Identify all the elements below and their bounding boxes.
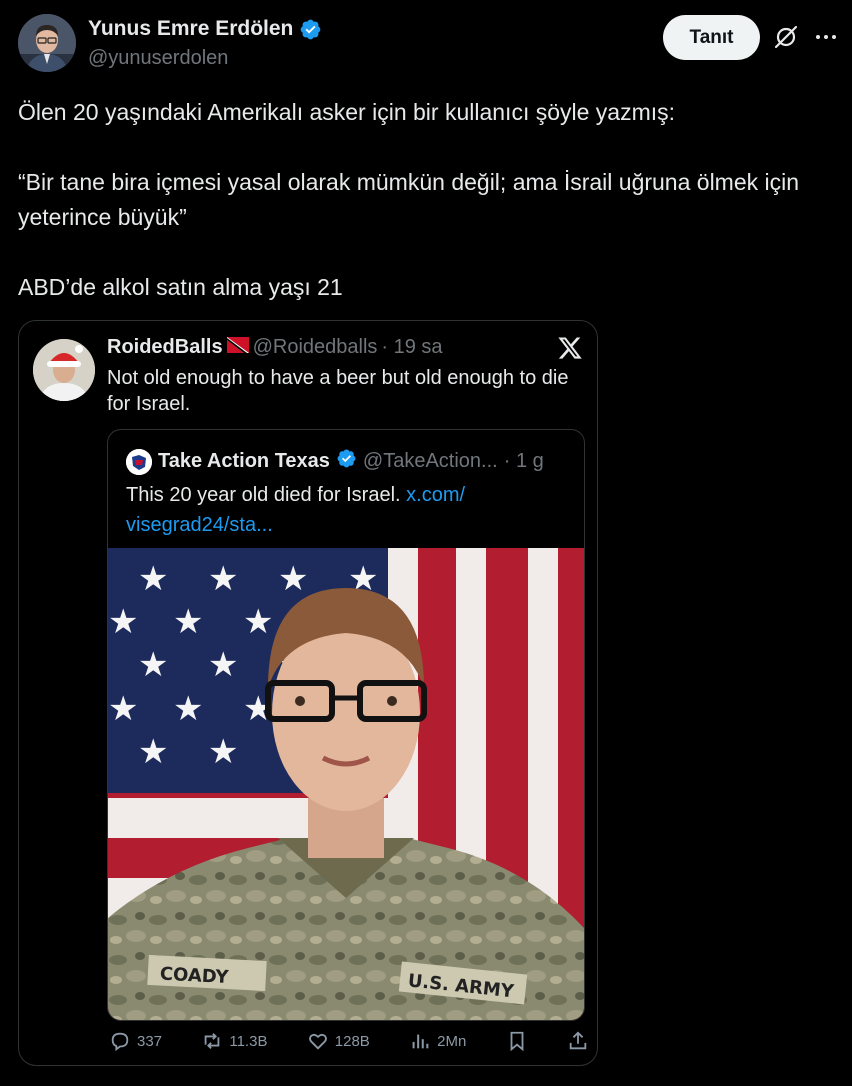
tweet-line-note: ABD’de alkol satın alma yaşı 21 [18, 274, 343, 300]
embedded-time: · 19 sa [381, 336, 443, 358]
quoted-tweet-card: Take Action Texas @TakeAction... · 1 g T… [107, 429, 585, 1021]
quoted-time: · 1 g [503, 450, 544, 472]
quoted-header: Take Action Texas @TakeAction... · 1 g [126, 448, 544, 475]
embedded-reply-stat: 337 [109, 1030, 162, 1052]
reply-icon [111, 1032, 129, 1052]
bookmark-icon [510, 1031, 524, 1052]
tweet-body: Ölen 20 yaşındaki Amerikalı asker için b… [18, 95, 838, 305]
quoted-author-handle: @TakeAction... [362, 450, 498, 472]
like-count: 128B [334, 1032, 370, 1050]
quoted-author-name: Take Action Texas [158, 450, 330, 472]
views-count: 2Mn [437, 1032, 467, 1050]
embedded-repost-stat: 11.3B [201, 1030, 267, 1052]
flag-emoji-icon [226, 336, 249, 359]
verified-badge-icon [299, 18, 322, 41]
author-name-row: Yunus Emre Erdölen [88, 17, 322, 41]
embedded-views-stat: 2Mn [409, 1030, 466, 1052]
svg-text:★: ★ [108, 689, 138, 729]
svg-text:★: ★ [173, 602, 203, 642]
quoted-tweet-text: This 20 year old died for Israel. x.com/… [126, 480, 566, 540]
svg-text:★: ★ [138, 559, 168, 599]
author-display-name[interactable]: Yunus Emre Erdölen [88, 17, 293, 41]
x-logo-icon [557, 335, 583, 361]
take-action-texas-logo-icon [126, 448, 152, 475]
svg-text:★: ★ [138, 645, 168, 685]
share-icon [569, 1031, 587, 1050]
reply-count: 337 [137, 1032, 163, 1050]
svg-text:★: ★ [138, 732, 168, 772]
embedded-author-name: RoidedBalls [107, 336, 223, 358]
repost-count: 11.3B [229, 1032, 268, 1050]
tweet-header: Yunus Emre Erdölen @yunuserdolen Tanıt [18, 14, 838, 74]
embedded-header: RoidedBalls @Roidedballs · 19 sa [107, 336, 443, 359]
quoted-verified-icon [336, 448, 357, 475]
tweet-line-quote: “Bir tane bira içmesi yasal olarak mümkü… [18, 169, 800, 230]
svg-text:★: ★ [208, 559, 238, 599]
embedded-like-stat: 128B [307, 1030, 370, 1052]
svg-text:★: ★ [108, 602, 138, 642]
svg-text:★: ★ [173, 689, 203, 729]
embedded-share [567, 1030, 589, 1052]
svg-text:★: ★ [243, 602, 273, 642]
embedded-action-bar: 337 11.3B 128B 2Mn [109, 1025, 589, 1057]
embedded-tweet-screenshot[interactable]: RoidedBalls @Roidedballs · 19 sa Not old… [18, 320, 598, 1066]
soldier-photo: ★★★★ ★★★★ ★★★ ★★★ ★★ COADY U.S. ARMY [108, 548, 584, 1020]
svg-text:★: ★ [208, 645, 238, 685]
more-dots-icon[interactable] [813, 24, 839, 50]
quoted-text-body: This 20 year old died for Israel. [126, 484, 401, 506]
heart-icon [308, 1033, 327, 1050]
svg-text:★: ★ [208, 732, 238, 772]
embedded-tweet-text: Not old enough to have a beer but old en… [107, 367, 569, 415]
svg-text:★: ★ [278, 559, 308, 599]
name-tape-text: COADY [159, 964, 230, 989]
follow-button[interactable]: Tanıt [663, 15, 760, 60]
views-chart-icon [412, 1034, 429, 1049]
embedded-bookmark [506, 1030, 528, 1052]
embedded-author-handle: @Roidedballs [252, 336, 378, 358]
author-handle[interactable]: @yunuserdolen [88, 47, 228, 70]
tweet-line-intro: Ölen 20 yaşındaki Amerikalı asker için b… [18, 99, 676, 125]
grok-slash-icon[interactable] [773, 24, 799, 50]
repost-icon [205, 1033, 220, 1049]
embedded-author-avatar [33, 339, 95, 401]
author-avatar[interactable] [18, 14, 76, 72]
